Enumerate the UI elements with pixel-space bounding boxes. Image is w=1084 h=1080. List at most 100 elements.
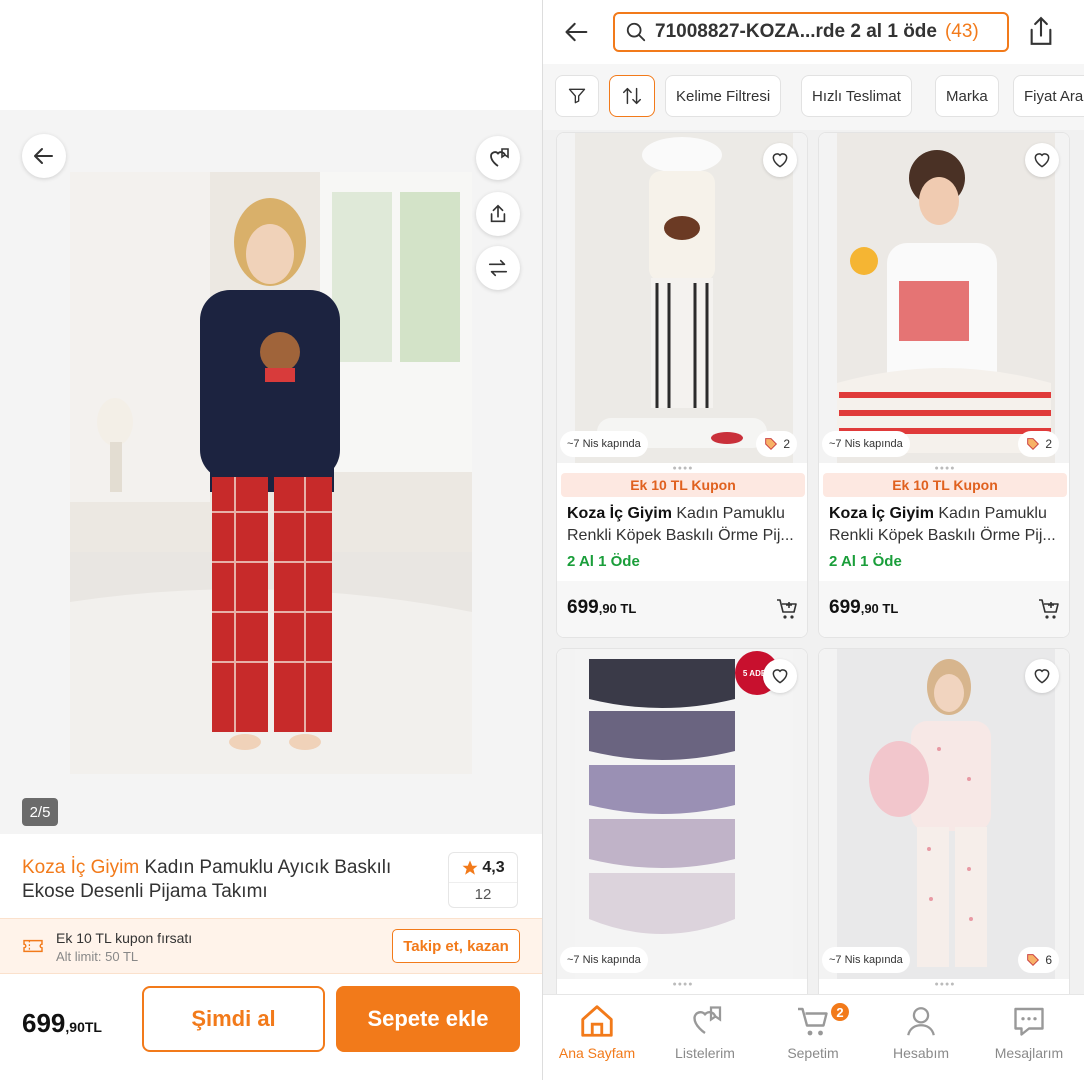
promo-text: 2 Al 1 Öde — [829, 553, 902, 570]
filter-chip-fast-delivery[interactable]: Hızlı Teslimat — [801, 75, 912, 117]
color-tag-icon — [1027, 954, 1040, 967]
add-cart-icon[interactable] — [1037, 597, 1061, 621]
product-image[interactable] — [557, 649, 807, 979]
product-card[interactable]: ~7 Nis kapında 2 ●●●● Ek 10 TL Kupon Koz… — [556, 132, 808, 638]
tab-label: Sepetim — [787, 1045, 839, 1061]
color-tag-icon — [765, 438, 778, 451]
arrow-left-icon — [34, 148, 53, 164]
add-to-list-button[interactable] — [476, 136, 520, 180]
search-icon — [626, 22, 646, 42]
star-icon — [462, 860, 478, 875]
color-count-badge: 2 — [1018, 431, 1059, 457]
price-decimals: ,90TL — [65, 1019, 102, 1035]
product-card-brand: Koza İç Giyim — [829, 505, 934, 522]
search-results-panel: 71008827-KOZA...rde 2 al 1 öde (43) Keli… — [542, 0, 1084, 1080]
back-button[interactable] — [22, 134, 66, 178]
tab-label: Listelerim — [675, 1045, 735, 1061]
rating-value: 4,3 — [482, 858, 505, 876]
delivery-badge: ~7 Nis kapında — [822, 431, 910, 457]
product-image[interactable] — [819, 649, 1069, 979]
favorite-button[interactable] — [763, 143, 797, 177]
heart-bookmark-icon — [693, 1006, 722, 1035]
product-image[interactable] — [557, 133, 807, 463]
product-price: 699,90TL — [22, 1008, 102, 1039]
buy-bar: 699,90TL Şimdi al Sepete ekle — [0, 974, 542, 1080]
rating-box[interactable]: 4,3 12 — [448, 852, 518, 908]
card-price-main: 699 — [829, 597, 861, 618]
sort-arrows-icon — [623, 87, 641, 105]
product-gallery[interactable]: 2/5 — [0, 110, 542, 834]
add-cart-icon[interactable] — [775, 597, 799, 621]
color-count: 2 — [1045, 437, 1052, 451]
follow-earn-button[interactable]: Takip et, kazan — [392, 929, 520, 963]
coupon-banner: Ek 10 TL kupon fırsatı Alt limit: 50 TL … — [0, 918, 542, 974]
filter-chip-brand[interactable]: Marka — [935, 75, 999, 117]
product-detail-panel: 2/5 Koza İç Giyim Kadın Pamuklu Ayıcık B… — [0, 0, 542, 1080]
heart-icon — [1034, 669, 1050, 684]
tab-lists[interactable]: Listelerim — [651, 995, 759, 1080]
favorite-button[interactable] — [1025, 143, 1059, 177]
add-to-cart-button[interactable]: Sepete ekle — [336, 986, 520, 1052]
product-photo[interactable] — [70, 172, 472, 774]
arrow-left-icon[interactable] — [563, 18, 591, 46]
compare-button[interactable] — [476, 246, 520, 290]
top-blank-area — [0, 0, 542, 110]
color-count: 6 — [1045, 953, 1052, 967]
product-card[interactable]: ~7 Nis kapında 2 ●●●● Ek 10 TL Kupon Koz… — [818, 132, 1070, 638]
product-card[interactable]: ~7 Nis kapında 6 ●●●● — [818, 648, 1070, 994]
tab-label: Hesabım — [892, 1045, 950, 1061]
tab-home[interactable]: Ana Sayfam — [543, 995, 651, 1080]
product-brand[interactable]: Koza İç Giyim — [22, 857, 139, 878]
image-dots: ●●●● — [672, 981, 694, 988]
delivery-badge: ~7 Nis kapında — [560, 947, 648, 973]
promo-text: 2 Al 1 Öde — [567, 553, 640, 570]
tab-cart[interactable]: 2 Sepetim — [759, 995, 867, 1080]
gallery-counter: 2/5 — [22, 798, 58, 826]
favorite-button[interactable] — [1025, 659, 1059, 693]
filter-chip-price[interactable]: Fiyat Ara — [1013, 75, 1084, 117]
share-icon — [490, 204, 506, 223]
user-icon — [907, 1007, 935, 1036]
favorite-button[interactable] — [763, 659, 797, 693]
cart-count-badge: 2 — [829, 1001, 851, 1023]
product-image[interactable] — [819, 133, 1069, 463]
chat-bubble-icon — [1014, 1007, 1044, 1036]
heart-icon — [1034, 153, 1050, 168]
review-count: 12 — [474, 886, 492, 903]
card-price: 699,90 TL — [567, 597, 636, 619]
tab-account[interactable]: Hesabım — [867, 995, 975, 1080]
filter-chip-keyword[interactable]: Kelime Filtresi — [665, 75, 782, 117]
delivery-badge: ~7 Nis kapında — [822, 947, 910, 973]
card-price-main: 699 — [567, 597, 599, 618]
swap-arrows-icon — [488, 259, 508, 277]
share-button[interactable] — [476, 192, 520, 236]
sort-button[interactable] — [609, 75, 655, 117]
card-price-decimals: ,90 TL — [860, 601, 899, 616]
search-result-count: (43) — [944, 21, 979, 42]
color-count-badge: 6 — [1018, 947, 1059, 973]
ticket-icon — [23, 939, 43, 953]
image-dots: ●●●● — [934, 465, 956, 472]
coupon-title: Ek 10 TL kupon fırsatı — [56, 930, 193, 946]
heart-bookmark-icon — [490, 148, 509, 167]
product-title-row: Koza İç Giyim Kadın Pamuklu Ayıcık Baskı… — [0, 834, 542, 918]
price-main: 699 — [22, 1008, 66, 1038]
coupon-tag: Ek 10 TL Kupon — [823, 473, 1067, 497]
tab-label: Mesajlarım — [994, 1045, 1064, 1061]
search-input[interactable]: 71008827-KOZA...rde 2 al 1 öde (43) — [613, 12, 1009, 52]
buy-now-button[interactable]: Şimdi al — [142, 986, 325, 1052]
tab-messages[interactable]: Mesajlarım — [975, 995, 1083, 1080]
product-title: Koza İç Giyim Kadın Pamuklu Ayıcık Baskı… — [22, 856, 432, 904]
product-card[interactable]: 5 ADET ~7 Nis kapında ●●●● — [556, 648, 808, 994]
image-dots: ●●●● — [672, 465, 694, 472]
price-box: 699,90 TL — [819, 581, 1069, 637]
filter-button[interactable] — [555, 75, 599, 117]
filter-bar: Kelime Filtresi Hızlı Teslimat Marka Fiy… — [543, 64, 1084, 130]
share-icon[interactable] — [1027, 14, 1055, 48]
heart-icon — [772, 669, 788, 684]
heart-icon — [772, 153, 788, 168]
product-card-name: Koza İç Giyim Kadın Pamuklu Renkli Köpek… — [567, 503, 803, 547]
card-price: 699,90 TL — [829, 597, 898, 619]
cart-icon — [798, 1007, 828, 1036]
home-icon — [581, 1005, 613, 1037]
